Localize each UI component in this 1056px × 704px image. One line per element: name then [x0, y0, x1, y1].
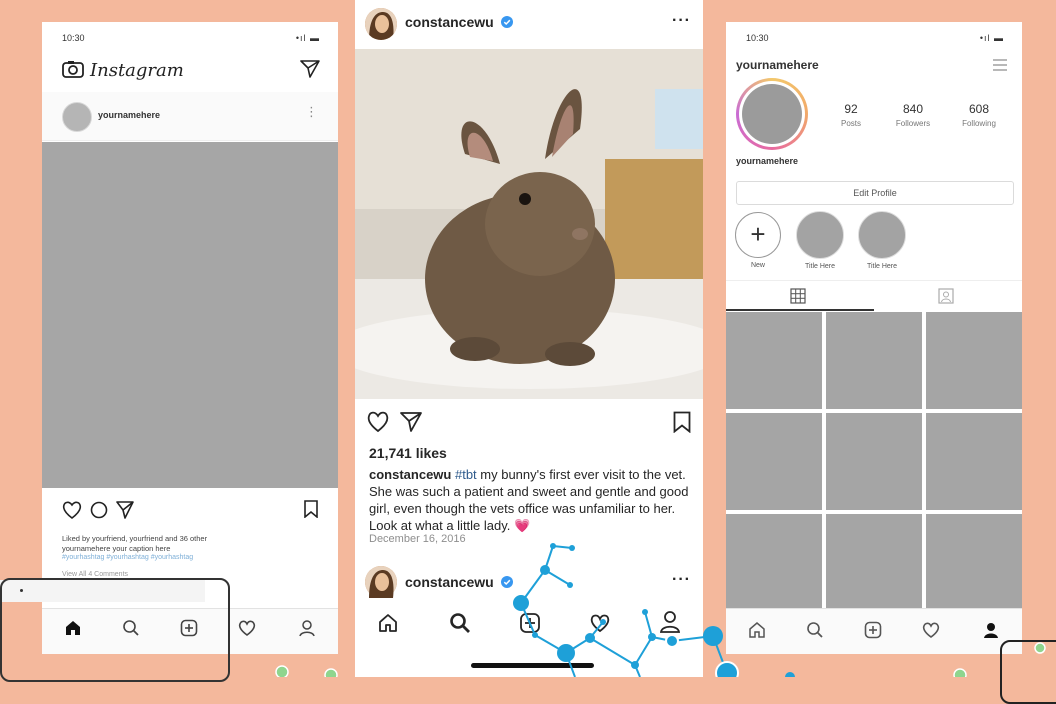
signal-battery-indicator: •ıl ▬ [979, 33, 1004, 43]
activity-heart-icon [590, 614, 610, 633]
avatar[interactable] [365, 566, 397, 598]
view-comments-link[interactable]: View All 4 Comments [62, 571, 128, 578]
highlight-new[interactable]: + New [734, 212, 782, 269]
verified-badge-icon [500, 576, 513, 588]
post-image-placeholder [42, 142, 338, 488]
home-indicator[interactable] [471, 663, 594, 668]
grid-post[interactable] [826, 514, 922, 611]
overlay-device-frame [1000, 640, 1056, 704]
grid-post[interactable] [726, 312, 822, 409]
home-icon [749, 622, 765, 638]
post-username[interactable]: constancewu [405, 14, 513, 30]
bottom-tab-bar [726, 608, 1022, 654]
search-icon [450, 613, 470, 633]
activity-heart-icon [238, 620, 256, 636]
share-icon [400, 412, 422, 432]
post-username[interactable]: yournamehere [98, 110, 160, 120]
profile-icon [659, 611, 681, 633]
caption-hashtags[interactable]: #yourhashtag #yourhashtag #yourhashtag [62, 554, 193, 561]
highlight-item[interactable]: Title Here [858, 211, 906, 270]
bunny-photo [355, 49, 703, 399]
heart-icon [367, 411, 389, 433]
caption-username[interactable]: constancewu [369, 467, 451, 482]
more-options-icon[interactable]: ⋮ [305, 104, 318, 120]
more-options-icon[interactable]: ··· [672, 12, 691, 30]
grid-view-icon [790, 288, 806, 304]
grid-post[interactable] [726, 413, 822, 510]
heart-icon [62, 501, 82, 520]
profile-username-header: yournamehere [736, 58, 819, 72]
post-actions [62, 500, 142, 520]
post-header: yournamehere ⋮ [42, 92, 338, 141]
caption-hashtag[interactable]: #tbt [455, 467, 477, 482]
active-tab-indicator [726, 309, 874, 311]
more-options-icon[interactable]: ··· [672, 571, 691, 589]
edit-profile-button[interactable]: Edit Profile [736, 181, 1014, 205]
status-time: 10:30 [62, 33, 85, 43]
search-icon [807, 622, 823, 638]
tagged-icon [938, 288, 954, 304]
bookmark-icon[interactable] [304, 500, 318, 518]
profile-display-name: yournamehere [736, 156, 799, 166]
bookmark-icon [673, 411, 691, 433]
verified-badge-icon [500, 16, 513, 28]
home-icon [379, 614, 397, 632]
camera-icon[interactable] [62, 60, 84, 78]
comment-icon [90, 501, 108, 519]
avatar[interactable] [62, 102, 92, 132]
following-stat[interactable]: 608 Following [944, 102, 1014, 128]
profile-post-grid [726, 312, 1022, 612]
grid-post[interactable] [926, 312, 1022, 409]
grid-post[interactable] [826, 312, 922, 409]
grid-post[interactable] [926, 514, 1022, 611]
profile-icon [299, 620, 315, 637]
post-date: December 16, 2016 [369, 533, 466, 545]
posts-stat[interactable]: 92 Posts [816, 102, 886, 128]
profile-tabs [726, 280, 1022, 311]
post-action-icons [367, 411, 422, 433]
middle-phone-post: constancewu ··· 21,741 likes constancewu… [355, 0, 703, 677]
heart-emoji: 💗 [514, 518, 531, 533]
add-icon: + [735, 212, 781, 258]
followers-stat[interactable]: 840 Followers [878, 102, 948, 128]
liked-by-text: Liked by yourfriend, yourfriend and 36 o… [62, 534, 208, 543]
grid-post[interactable] [826, 413, 922, 510]
menu-icon[interactable] [992, 58, 1008, 72]
direct-message-icon[interactable] [300, 60, 320, 78]
profile-icon [984, 623, 998, 638]
profile-avatar[interactable] [736, 78, 808, 150]
likes-count[interactable]: 21,741 likes [369, 445, 447, 461]
caption-text: yournamehere your caption here [62, 544, 171, 553]
post-caption: constancewu #tbt my bunny's first ever v… [369, 466, 694, 534]
highlight-item[interactable]: Title Here [796, 211, 844, 270]
status-time: 10:30 [746, 33, 769, 43]
instagram-wordmark: Instagram [90, 60, 184, 81]
share-icon [116, 501, 134, 519]
activity-heart-icon [922, 622, 940, 638]
grid-post[interactable] [726, 514, 822, 611]
new-post-icon [520, 613, 540, 633]
overlay-window-frame [0, 578, 230, 682]
avatar[interactable] [365, 8, 397, 40]
grid-post[interactable] [926, 413, 1022, 510]
left-phone-feed-mockup: 10:30 •ıl ▬ Instagram yournamehere ⋮ Lik… [42, 22, 338, 654]
right-phone-profile-mockup: 10:30 •ıl ▬ yournamehere 92 Posts 840 Fo… [726, 22, 1022, 654]
signal-battery-indicator: •ıl ▬ [295, 33, 320, 43]
new-post-icon [864, 621, 882, 639]
next-post-username[interactable]: constancewu [405, 574, 513, 590]
